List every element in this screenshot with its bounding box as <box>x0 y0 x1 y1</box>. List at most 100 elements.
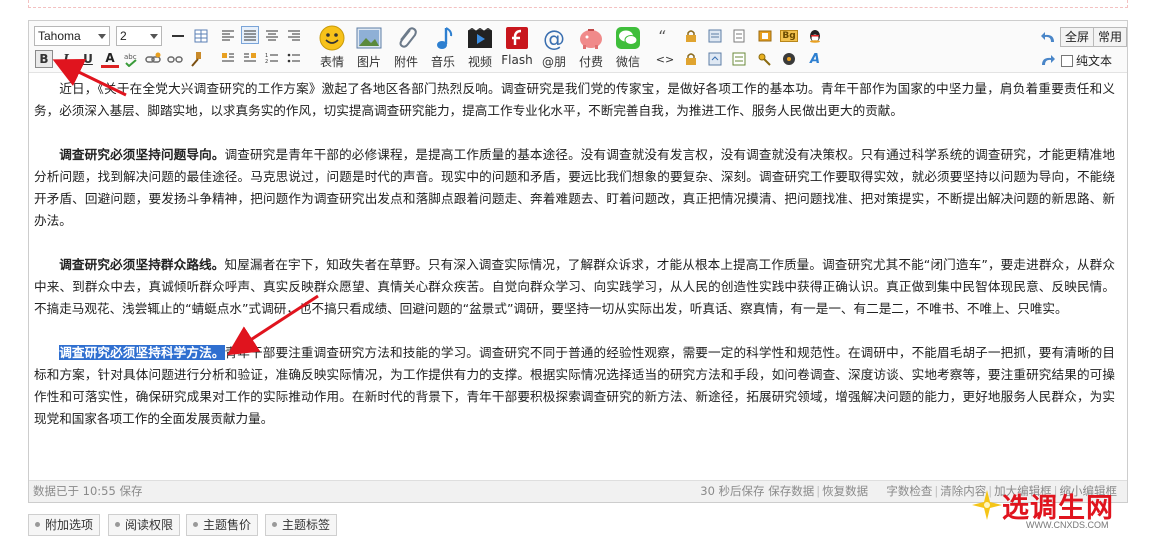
italic-button[interactable]: I <box>57 50 75 68</box>
format-painter-button[interactable] <box>188 50 206 68</box>
align-center-button[interactable] <box>264 27 280 43</box>
heading-problem-oriented: 调查研究必须坚持问题导向。 <box>59 147 225 162</box>
flash-label: Flash <box>501 53 533 67</box>
music-tool[interactable]: 音乐 <box>426 25 460 71</box>
qq-button[interactable] <box>807 28 823 44</box>
video-tool[interactable]: 视频 <box>463 25 497 71</box>
tab-topic-price-label: 主题售价 <box>203 518 252 532</box>
editor-content[interactable]: 近日，《关于在全党大兴调查研究的工作方案》激起了各地区各部门热烈反响。调查研究是… <box>29 74 1127 482</box>
table-button[interactable] <box>192 27 210 45</box>
horizontal-rule-button[interactable] <box>169 27 187 45</box>
link-button[interactable] <box>144 50 162 68</box>
bullet-icon <box>272 522 277 527</box>
password-button[interactable] <box>683 51 699 67</box>
site-watermark: 选调生网 WWW.CNXDS.COM <box>968 486 1143 534</box>
free-content-button[interactable] <box>731 51 747 67</box>
paid-tool[interactable]: 付费 <box>574 25 608 71</box>
mention-label: @朋 <box>541 55 566 69</box>
image-tool[interactable]: 图片 <box>352 25 386 71</box>
fullscreen-button[interactable]: 全屏 <box>1060 27 1095 47</box>
editor-statusbar: 数据已于 10:55 保存 30 秒后保存 保存数据 | 恢复数据 字数检查 | 清除内… <box>29 480 1127 502</box>
watermark-url: WWW.CNXDS.COM <box>1026 520 1109 530</box>
tab-read-permission[interactable]: 阅读权限 <box>108 514 181 536</box>
align-justify-button[interactable] <box>241 26 259 44</box>
font-size-value: 2 <box>120 29 127 43</box>
align-left-button[interactable] <box>220 27 236 43</box>
fullscreen-label: 全屏 <box>1065 30 1090 44</box>
page-break-icon <box>733 29 745 43</box>
align-right-icon <box>288 30 300 41</box>
underline-button[interactable]: U <box>79 50 97 68</box>
tab-topic-tags-label: 主题标签 <box>282 518 331 532</box>
video-icon <box>467 25 493 51</box>
flash-tool[interactable]: Flash <box>500 25 534 71</box>
unordered-list-button[interactable] <box>286 50 302 66</box>
float-left-button[interactable] <box>220 50 236 66</box>
svg-text:“: “ <box>658 29 666 43</box>
background-button[interactable]: Bg <box>780 28 798 44</box>
top-dashed-border <box>28 0 1128 8</box>
restore-data-link[interactable]: 恢复数据 <box>822 484 868 498</box>
quote-button[interactable]: “ <box>657 28 673 44</box>
attachment-tool[interactable]: 附件 <box>389 25 423 71</box>
tab-topic-price[interactable]: 主题售价 <box>186 514 259 536</box>
page-break-button[interactable] <box>731 28 747 44</box>
paragraph-intro-text: 近日，《关于在全党大兴调查研究的工作方案》激起了各地区各部门热烈反响。调查研究是… <box>34 81 1115 118</box>
align-justify-icon <box>244 30 256 41</box>
float-right-button[interactable] <box>242 50 258 66</box>
align-right-button[interactable] <box>286 27 302 43</box>
emoji-tool[interactable]: 表情 <box>315 25 349 71</box>
quote-icon: “ <box>658 29 666 43</box>
key-button[interactable] <box>757 51 773 67</box>
flash-icon <box>504 25 530 51</box>
plain-text-checkbox[interactable] <box>1061 54 1073 67</box>
disc-icon <box>783 53 795 65</box>
tab-extra-options-label: 附加选项 <box>45 518 94 532</box>
svg-text:@: @ <box>543 27 565 50</box>
font-family-select[interactable]: Tahoma <box>34 26 110 46</box>
font-color-label: A <box>105 50 115 65</box>
word-count-link[interactable]: 字数检查 <box>886 484 932 498</box>
post-reply-button[interactable] <box>707 51 723 67</box>
hidden-content-button[interactable] <box>707 28 723 44</box>
align-left-icon <box>222 30 234 41</box>
font-color-button[interactable]: A <box>101 50 119 68</box>
spellcheck-icon: abc <box>124 53 137 67</box>
lock-button[interactable] <box>683 28 699 44</box>
piggy-bank-icon <box>578 25 604 51</box>
code-icon: <> <box>655 52 675 66</box>
reply-icon <box>708 52 722 66</box>
redo-icon <box>1042 55 1055 65</box>
wechat-icon <box>615 25 641 51</box>
spellcheck-button[interactable]: abc <box>122 50 140 68</box>
gallery-button[interactable] <box>757 28 773 44</box>
underline-label: U <box>83 52 93 66</box>
mention-tool[interactable]: @ @朋 <box>537 25 571 71</box>
wechat-tool[interactable]: 微信 <box>611 25 645 71</box>
tab-extra-options[interactable]: 附加选项 <box>28 514 101 536</box>
autosave-link[interactable]: 30 秒后保存 保存数据 <box>700 484 814 498</box>
tab-topic-tags[interactable]: 主题标签 <box>265 514 338 536</box>
free-content-icon <box>732 52 746 66</box>
attachment-label: 附件 <box>393 55 418 69</box>
ai-button[interactable]: A <box>807 51 823 67</box>
ordered-list-button[interactable]: 12 <box>264 50 280 66</box>
lock-icon <box>686 30 696 42</box>
unlink-icon <box>167 56 183 63</box>
undo-button[interactable] <box>1039 28 1057 46</box>
common-button[interactable]: 常用 <box>1093 27 1127 47</box>
hidden-content-icon <box>708 29 722 43</box>
plain-text-toggle[interactable]: 纯文本 <box>1061 52 1112 69</box>
undo-icon <box>1041 32 1054 42</box>
unlink-button[interactable] <box>166 50 184 68</box>
media-button[interactable] <box>781 51 797 67</box>
redo-button[interactable] <box>1039 51 1057 69</box>
link-icon <box>145 52 161 63</box>
at-icon: @ <box>541 25 567 51</box>
image-icon <box>356 25 382 51</box>
font-size-select[interactable]: 2 <box>116 26 162 46</box>
bold-button[interactable]: B <box>35 50 53 68</box>
code-button[interactable]: <> <box>655 51 675 67</box>
smiley-icon <box>319 25 345 51</box>
bg-icon: Bg <box>780 30 798 42</box>
